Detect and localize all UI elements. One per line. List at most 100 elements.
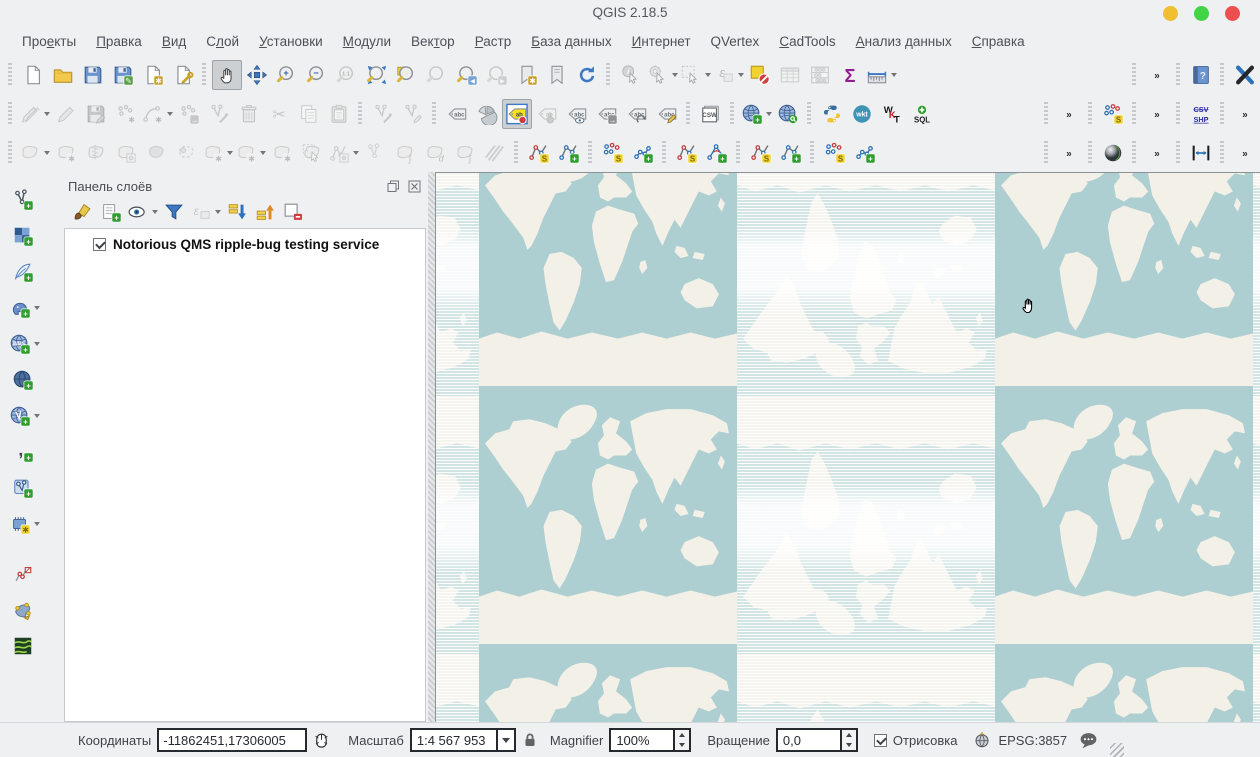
menu-2[interactable]: Правка: [86, 30, 152, 53]
run-feature-action[interactable]: [646, 60, 679, 90]
messages-icon[interactable]: [1078, 730, 1099, 751]
change-label[interactable]: abc: [652, 99, 682, 129]
rotation-spinbox[interactable]: 0,0: [775, 728, 858, 752]
scale-combobox[interactable]: 1:4 567 953: [409, 728, 516, 752]
add-wcs-layer[interactable]: +: [8, 365, 38, 395]
curve-digitizing[interactable]: ✱: [141, 99, 174, 129]
advanced-digitizing-15[interactable]: ∫: [450, 138, 480, 168]
toolbar-drag-handle[interactable]: [1132, 140, 1138, 165]
toolbar-drag-handle[interactable]: [1132, 101, 1138, 126]
filter-by-expression-dropdown-arrow[interactable]: [215, 210, 221, 214]
magnifier-spinbox[interactable]: 100%: [609, 728, 692, 752]
track-mouse-icon[interactable]: [312, 731, 331, 750]
move-label[interactable]: abc→: [592, 99, 622, 129]
toolbar-extension-5[interactable]: »: [1054, 138, 1084, 168]
copy-features[interactable]: [294, 99, 324, 129]
cadtools-width[interactable]: [1186, 138, 1216, 168]
add-postgis-layer[interactable]: +: [8, 293, 41, 323]
layer-label[interactable]: Notorious QMS ripple-bug testing service: [113, 237, 379, 252]
maximize-button[interactable]: [1194, 6, 1209, 21]
measure-line-dropdown-arrow[interactable]: [891, 72, 897, 77]
advanced-digitizing-11-dropdown-arrow[interactable]: [353, 150, 359, 155]
add-spatialite-layer[interactable]: +: [8, 257, 38, 287]
add-wfs-layer-dropdown-arrow[interactable]: [34, 413, 40, 418]
menu-10[interactable]: Интернет: [622, 30, 701, 53]
advanced-digitizing-7[interactable]: ✱: [201, 138, 234, 168]
toolbar-drag-handle[interactable]: [807, 101, 813, 126]
qvertex-snap-3[interactable]: S: [672, 138, 702, 168]
menu-6[interactable]: Модули: [333, 30, 401, 53]
qvertex-add-1[interactable]: +: [554, 138, 584, 168]
toolbar-drag-handle[interactable]: [1176, 101, 1182, 126]
toolbar-drag-handle[interactable]: [1176, 62, 1182, 87]
metasearch-csw[interactable]: CSW: [696, 99, 726, 129]
render-checkbox[interactable]: [873, 733, 887, 747]
toolbar-extension-2[interactable]: »: [1054, 99, 1084, 129]
add-group[interactable]: +: [98, 199, 124, 225]
panel-close-button[interactable]: [407, 179, 422, 194]
project-properties[interactable]: [168, 60, 198, 90]
curve-digitizing-dropdown-arrow[interactable]: [167, 111, 173, 116]
zoom-to-layer[interactable]: [392, 60, 422, 90]
rotation-up-button[interactable]: [842, 730, 856, 740]
toolbar-drag-handle[interactable]: [606, 62, 612, 87]
new-project-from-template[interactable]: ✱: [138, 60, 168, 90]
advanced-digitizing-11[interactable]: [327, 138, 360, 168]
qvertex-snap-5[interactable]: S: [820, 138, 850, 168]
identify-features[interactable]: i: [616, 60, 646, 90]
help-contents[interactable]: ?: [1186, 60, 1216, 90]
new-shapefile-layer[interactable]: +: [8, 473, 38, 503]
toolbar-drag-handle[interactable]: [8, 140, 14, 165]
zoom-full[interactable]: [362, 60, 392, 90]
diagram-options[interactable]: [472, 99, 502, 129]
menu-14[interactable]: Справка: [962, 30, 1035, 53]
toolbar-extension-3[interactable]: »: [1142, 99, 1172, 129]
toolbar-extension-6[interactable]: »: [1142, 138, 1172, 168]
new-bookmark[interactable]: ✱: [512, 60, 542, 90]
add-postgis-layer-dropdown-arrow[interactable]: [34, 305, 40, 310]
zoom-to-selection[interactable]: [422, 60, 452, 90]
grass-tools[interactable]: [8, 595, 38, 625]
advanced-digitizing-6[interactable]: [171, 138, 201, 168]
advanced-digitizing-1[interactable]: [18, 138, 51, 168]
toolbar-drag-handle[interactable]: [1220, 140, 1226, 165]
filter-by-expression[interactable]: ε: [189, 199, 222, 225]
toolbar-drag-handle[interactable]: [514, 140, 520, 165]
delete-selected[interactable]: [234, 99, 264, 129]
toolbar-drag-handle[interactable]: [1176, 140, 1182, 165]
x-plugin[interactable]: [1230, 60, 1260, 90]
advanced-digitizing-7-dropdown-arrow[interactable]: [227, 150, 233, 155]
field-calculator[interactable]: [805, 60, 835, 90]
toolbar-drag-handle[interactable]: [8, 62, 14, 87]
current-edits-dropdown-arrow[interactable]: [44, 111, 50, 116]
menu-11[interactable]: QVertex: [701, 30, 770, 53]
remove-layer[interactable]: [280, 199, 306, 225]
layer-labeling[interactable]: ab: [502, 98, 532, 129]
toolbar-drag-handle[interactable]: [358, 101, 364, 126]
advanced-digitizing-3[interactable]: [81, 138, 111, 168]
zoom-last[interactable]: ◄: [452, 60, 482, 90]
crs-icon[interactable]: [973, 731, 991, 749]
manage-visibility-dropdown-arrow[interactable]: [152, 210, 158, 214]
pan-to-selection[interactable]: [242, 60, 272, 90]
toolbar-drag-handle[interactable]: [1088, 101, 1094, 126]
rotate-label[interactable]: abc: [622, 99, 652, 129]
quick-wkt[interactable]: wkt: [847, 99, 877, 129]
new-project[interactable]: [18, 60, 48, 90]
pan-map[interactable]: [212, 59, 242, 90]
advanced-digitizing-8[interactable]: ✱: [234, 138, 267, 168]
zoom-native[interactable]: 1:1: [332, 60, 362, 90]
menu-9[interactable]: База данных: [521, 30, 621, 53]
panel-splitter[interactable]: [428, 172, 435, 722]
menu-12[interactable]: CadTools: [769, 30, 845, 53]
refresh-map[interactable]: [572, 60, 602, 90]
qvertex-add-4[interactable]: +: [776, 138, 806, 168]
add-virtual-layer[interactable]: ✱: [8, 509, 41, 539]
select-features[interactable]: [679, 60, 712, 90]
qvertex-snap-1[interactable]: S: [524, 138, 554, 168]
manage-visibility[interactable]: [126, 199, 159, 225]
add-feature[interactable]: ✱: [111, 99, 141, 129]
magnifier-down-button[interactable]: [675, 740, 689, 750]
advanced-digitizing-16[interactable]: [480, 138, 510, 168]
map-canvas[interactable]: [435, 172, 1260, 722]
